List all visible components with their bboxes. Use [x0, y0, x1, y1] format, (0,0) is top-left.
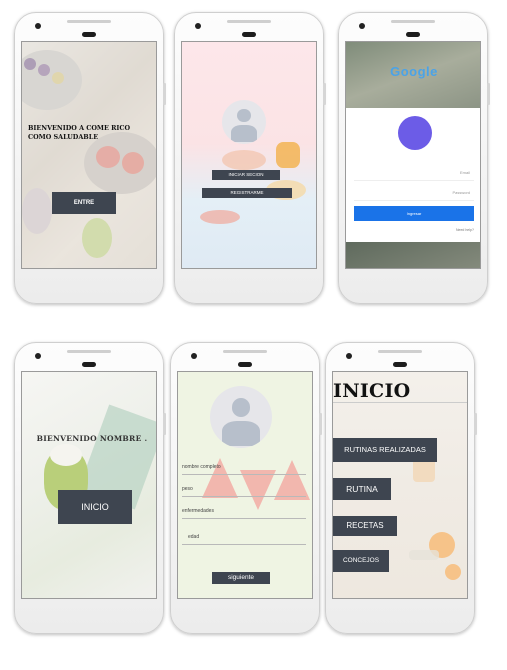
enter-button[interactable]: ENTRE: [52, 192, 116, 214]
phone-speaker: [67, 350, 111, 353]
field-underline: [182, 518, 306, 519]
phone-6: INICIO RUTINAS REALIZADAS RUTINA RECETAS…: [325, 342, 477, 634]
food-bowl-image: [222, 150, 266, 170]
greeting-text: BIENVENIDO NOMBRE .: [36, 434, 148, 443]
watermelon-image: [240, 470, 276, 510]
phone-side-button: [163, 413, 166, 435]
google-login-screen: Google Email Password Ingresar Need help…: [345, 41, 481, 269]
phone-speaker: [391, 20, 435, 23]
routine-button[interactable]: RUTINA: [333, 478, 391, 500]
phone-earpiece: [238, 362, 252, 367]
avatar-head: [237, 108, 251, 122]
phone-camera: [191, 353, 197, 359]
gear-icon[interactable]: ⚙: [457, 598, 468, 599]
password-underline: [354, 200, 474, 201]
phone-earpiece: [406, 32, 420, 37]
field-underline: [182, 496, 306, 497]
phone-5: nombre completo peso enfermedades edad s…: [170, 342, 322, 634]
phone-side-button: [163, 83, 166, 105]
phone-camera: [35, 23, 41, 29]
footer-image: [346, 242, 480, 268]
profile-form-screen: nombre completo peso enfermedades edad s…: [177, 371, 313, 599]
phone-1: BIENVENIDO A COME RICO COMO SALUDABLE EN…: [14, 12, 166, 304]
title-divider: [333, 402, 467, 403]
phone-speaker: [227, 20, 271, 23]
phone-side-button: [487, 83, 490, 105]
welcome-screen: BIENVENIDO A COME RICO COMO SALUDABLE EN…: [21, 41, 157, 269]
avatar-head: [231, 398, 251, 417]
weight-field[interactable]: peso: [182, 486, 193, 492]
phone-2: INICIAR SECION REGISTRARME: [174, 12, 326, 304]
newspaper-image: [409, 550, 439, 560]
phone-speaker: [223, 350, 267, 353]
avatar: [222, 100, 266, 144]
google-login-button[interactable]: Ingresar: [354, 206, 474, 221]
email-underline: [354, 180, 474, 181]
phone-camera: [346, 353, 352, 359]
phone-side-button: [474, 413, 477, 435]
avatar: [210, 386, 272, 448]
phone-earpiece: [242, 32, 256, 37]
juice-jar-image: [276, 142, 300, 168]
avatar-body: [222, 420, 260, 446]
greeting-screen: BIENVENIDO NOMBRE . INICIO: [21, 371, 157, 599]
cream-image: [50, 444, 82, 466]
phone-earpiece: [82, 32, 96, 37]
field-underline: [182, 474, 306, 475]
age-field[interactable]: edad: [188, 534, 199, 540]
auth-screen: INICIAR SECION REGISTRARME: [181, 41, 317, 269]
login-button[interactable]: INICIAR SECION: [212, 170, 280, 180]
phone-speaker: [67, 20, 111, 23]
phone-4: BIENVENIDO NOMBRE . INICIO: [14, 342, 166, 634]
profile-avatar: [398, 116, 432, 150]
phone-speaker: [378, 350, 422, 353]
diseases-field[interactable]: enfermedades: [182, 508, 214, 514]
phone-side-button: [319, 413, 322, 435]
orange-image: [445, 564, 461, 580]
password-field[interactable]: Password: [452, 190, 470, 195]
welcome-title: BIENVENIDO A COME RICO COMO SALUDABLE: [28, 124, 131, 141]
start-button[interactable]: INICIO: [58, 490, 132, 524]
image-overlay: [22, 42, 156, 268]
recipes-button[interactable]: RECETAS: [333, 516, 397, 536]
phone-camera: [35, 353, 41, 359]
tray-image: [200, 210, 240, 224]
phone-side-button: [323, 83, 326, 105]
phone-camera: [359, 23, 365, 29]
email-field[interactable]: Email: [460, 170, 470, 175]
help-link[interactable]: Need help?: [456, 228, 474, 232]
phone-earpiece: [393, 362, 407, 367]
tips-button[interactable]: CONCEJOS: [333, 550, 389, 572]
phone-earpiece: [82, 362, 96, 367]
register-button[interactable]: REGISTRARME: [202, 188, 292, 198]
full-name-field[interactable]: nombre completo: [182, 464, 221, 470]
home-screen: INICIO RUTINAS REALIZADAS RUTINA RECETAS…: [332, 371, 468, 599]
google-logo: Google: [390, 64, 438, 79]
mockup-collage: BIENVENIDO A COME RICO COMO SALUDABLE EN…: [0, 0, 507, 670]
phone-camera: [195, 23, 201, 29]
phone-3: Google Email Password Ingresar Need help…: [338, 12, 490, 304]
next-button[interactable]: siguiente: [212, 572, 270, 584]
field-underline: [182, 544, 306, 545]
page-title: INICIO: [333, 380, 411, 402]
watermelon-image: [274, 460, 310, 500]
avatar-body: [230, 124, 258, 143]
completed-routines-button[interactable]: RUTINAS REALIZADAS: [333, 438, 437, 462]
